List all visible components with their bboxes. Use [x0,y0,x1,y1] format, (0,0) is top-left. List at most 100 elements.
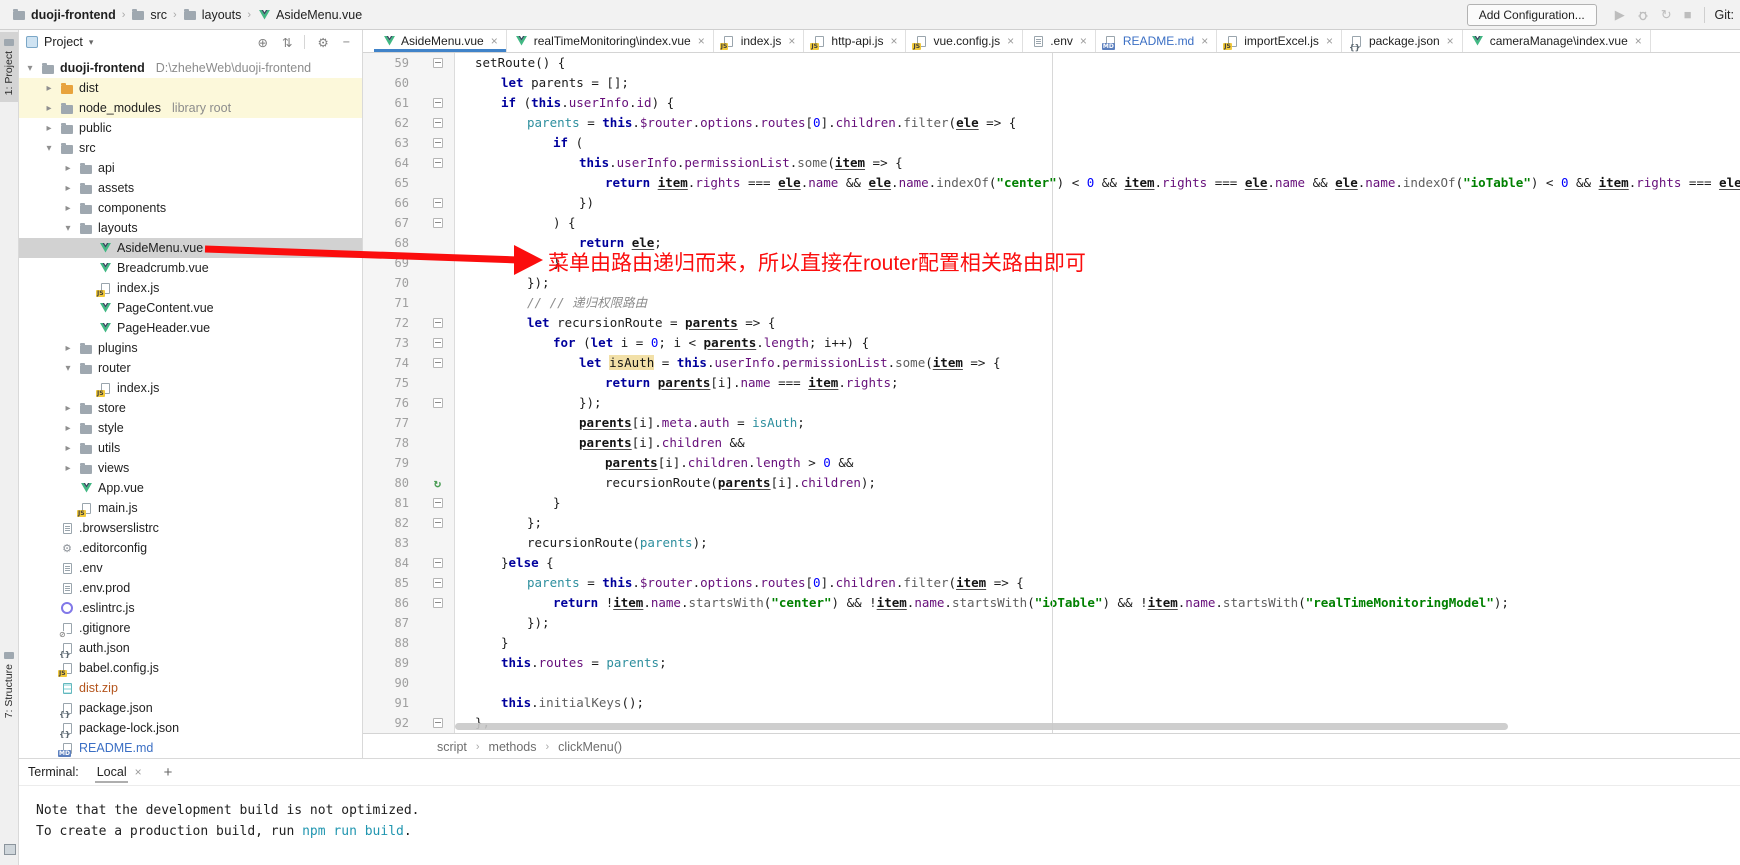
tree-item-node_modules[interactable]: ▸node_moduleslibrary root [18,98,362,118]
breadcrumb-src[interactable]: src [129,8,169,22]
code-line-text[interactable]: recursionRoute(parents[i].children); [455,473,1740,493]
tab-realTimeMonitoring\index.vue[interactable]: realTimeMonitoring\index.vue× [507,30,714,52]
line-number[interactable]: 73 [363,333,421,353]
gutter-fold-column[interactable] [421,653,455,673]
tree-item-duoji-frontend[interactable]: ▾duoji-frontendD:\zheheWeb\duoji-fronten… [18,58,362,78]
line-number[interactable]: 74 [363,353,421,373]
coverage-icon[interactable]: ↻ [1655,7,1678,23]
breadcrumb-file[interactable]: AsideMenu.vue [255,8,364,22]
terminal-label[interactable]: Terminal: [28,765,79,779]
chevron-down-icon[interactable]: ▾ [89,37,94,48]
tree-item-utils[interactable]: ▸utils [18,438,362,458]
tree-item-index.js[interactable]: JSindex.js [18,278,362,298]
tool-window-tab-structure[interactable]: 7: Structure [0,645,18,725]
gutter-fold-column[interactable] [421,573,455,593]
gutter-fold-column[interactable] [421,73,455,93]
tab-importExcel.js[interactable]: JSimportExcel.js× [1217,30,1342,52]
code-line-text[interactable]: this.initialKeys(); [455,693,1740,713]
line-number[interactable]: 81 [363,493,421,513]
debug-icon[interactable] [1631,9,1655,21]
line-number[interactable]: 65 [363,173,421,193]
tree-item-.browserslistrc[interactable]: .browserslistrc [18,518,362,538]
chevron-down-icon[interactable]: ▾ [24,63,36,74]
line-number[interactable]: 69 [363,253,421,273]
chevron-down-icon[interactable]: ▾ [62,363,74,374]
add-configuration-button[interactable]: Add Configuration... [1467,4,1597,26]
fold-icon[interactable] [433,218,443,228]
gutter-fold-column[interactable] [421,493,455,513]
line-number[interactable]: 67 [363,213,421,233]
line-number[interactable]: 84 [363,553,421,573]
code-line-text[interactable]: let parents = []; [455,73,1740,93]
code-line-text[interactable]: parents[i].meta.auth = isAuth; [455,413,1740,433]
tree-item-assets[interactable]: ▸assets [18,178,362,198]
fold-icon[interactable] [433,318,443,328]
horizontal-scrollbar[interactable] [455,723,1508,730]
code-line-text[interactable]: if (this.userInfo.id) { [455,93,1740,113]
fold-icon[interactable] [433,138,443,148]
gutter-fold-column[interactable] [421,153,455,173]
fold-icon[interactable] [433,598,443,608]
fold-icon[interactable] [433,118,443,128]
line-number[interactable]: 90 [363,673,421,693]
line-number[interactable]: 83 [363,533,421,553]
stop-icon[interactable]: ■ [1678,7,1698,22]
line-number[interactable]: 80 [363,473,421,493]
line-number[interactable]: 89 [363,653,421,673]
tree-item-PageHeader.vue[interactable]: PageHeader.vue [18,318,362,338]
gutter-fold-column[interactable] [421,513,455,533]
chevron-right-icon[interactable]: ▸ [62,423,74,434]
breadcrumb-script[interactable]: script [437,740,467,754]
close-icon[interactable]: × [788,34,795,48]
code-line-text[interactable]: this.routes = parents; [455,653,1740,673]
fold-icon[interactable] [433,338,443,348]
tool-window-switcher-icon[interactable] [4,844,16,855]
code-line-text[interactable]: if ( [455,133,1740,153]
gutter-fold-column[interactable] [421,593,455,613]
tab-README.md[interactable]: MDREADME.md× [1096,30,1217,52]
code-line-text[interactable]: this.userInfo.permissionList.some(item =… [455,153,1740,173]
tab-.env[interactable]: .env× [1023,30,1096,52]
chevron-down-icon[interactable]: ▾ [43,143,55,154]
code-line-text[interactable]: return !item.name.startsWith("center") &… [455,593,1740,613]
line-number[interactable]: 63 [363,133,421,153]
breadcrumb-clickmenu[interactable]: clickMenu() [558,740,622,754]
code-line-text[interactable]: for (let i = 0; i < parents.length; i++)… [455,333,1740,353]
code-line-text[interactable]: // // 递归权限路由 [455,293,1740,313]
hide-panel-icon[interactable]: − [339,35,354,49]
chevron-right-icon[interactable]: ▸ [62,183,74,194]
tree-item-dist.zip[interactable]: dist.zip [18,678,362,698]
tree-item-components[interactable]: ▸components [18,198,362,218]
gutter-fold-column[interactable] [421,273,455,293]
collapse-all-icon[interactable]: ⇅ [278,35,296,50]
tree-item-.env.prod[interactable]: .env.prod [18,578,362,598]
tree-item-App.vue[interactable]: App.vue [18,478,362,498]
code-line-text[interactable]: }); [455,613,1740,633]
close-icon[interactable]: × [1007,34,1014,48]
code-area[interactable]: 59setRoute() {60let parents = [];61if (t… [363,53,1740,733]
fold-icon[interactable] [433,718,443,728]
chevron-down-icon[interactable]: ▾ [62,223,74,234]
tree-item-index.js[interactable]: JSindex.js [18,378,362,398]
gutter-fold-column[interactable] [421,93,455,113]
line-number[interactable]: 59 [363,53,421,73]
tree-item-babel.config.js[interactable]: JSbabel.config.js [18,658,362,678]
tab-index.js[interactable]: JSindex.js× [714,30,805,52]
tree-item-AsideMenu.vue[interactable]: AsideMenu.vue [18,238,362,258]
tree-item-api[interactable]: ▸api [18,158,362,178]
code-line-text[interactable]: }) [455,193,1740,213]
gutter-fold-column[interactable]: ↻ [421,473,455,493]
tab-vue.config.js[interactable]: JSvue.config.js× [906,30,1023,52]
tree-item-.gitignore[interactable]: ⊘.gitignore [18,618,362,638]
code-line-text[interactable]: }else { [455,553,1740,573]
close-icon[interactable]: × [491,34,498,48]
fold-icon[interactable] [433,558,443,568]
line-number[interactable]: 70 [363,273,421,293]
code-line-text[interactable]: let isAuth = this.userInfo.permissionLis… [455,353,1740,373]
gutter-fold-column[interactable] [421,393,455,413]
gutter-fold-column[interactable] [421,673,455,693]
gutter-fold-column[interactable] [421,413,455,433]
chevron-right-icon[interactable]: ▸ [62,463,74,474]
locate-file-icon[interactable]: ⊕ [254,35,272,50]
gutter-fold-column[interactable] [421,553,455,573]
